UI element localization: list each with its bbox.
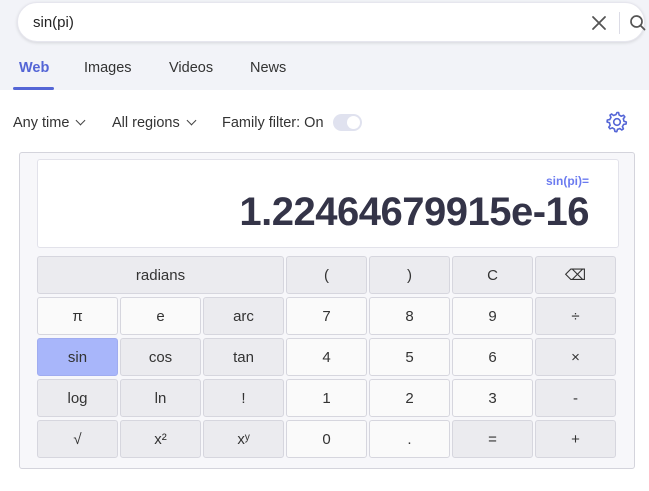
chevron-down-icon — [75, 115, 86, 126]
divide-button[interactable]: ÷ — [535, 297, 616, 335]
result-tabs: Web Images Videos News — [0, 58, 649, 90]
calculator-display: sin(pi)= 1.22464679915e-16 — [37, 159, 619, 248]
filter-bar: Any time All regions Family filter: On — [0, 110, 649, 136]
search-header: sin(pi) Web Images Videos News — [0, 0, 649, 90]
calculator-result: 1.22464679915e-16 — [239, 190, 589, 234]
family-filter-label: Family filter: On — [222, 115, 324, 131]
cos-button[interactable]: cos — [120, 338, 201, 376]
sin-button[interactable]: sin — [37, 338, 118, 376]
tab-web[interactable]: Web — [19, 60, 49, 76]
search-input[interactable]: sin(pi) — [33, 14, 74, 31]
digit-5-button[interactable]: 5 — [369, 338, 450, 376]
search-bar[interactable]: sin(pi) — [17, 2, 648, 42]
time-filter-dropdown[interactable]: Any time — [13, 115, 86, 131]
pi-button[interactable]: π — [37, 297, 118, 335]
chevron-down-icon — [186, 115, 197, 126]
family-filter-toggle[interactable] — [333, 114, 362, 131]
digit-9-button[interactable]: 9 — [452, 297, 533, 335]
right-paren-button[interactable]: ) — [369, 256, 450, 294]
clear-button[interactable]: C — [452, 256, 533, 294]
region-filter-label: All regions — [112, 115, 180, 131]
digit-0-button[interactable]: 0 — [286, 420, 367, 458]
active-tab-indicator — [13, 87, 54, 90]
multiply-button[interactable]: × — [535, 338, 616, 376]
square-button[interactable]: x² — [120, 420, 201, 458]
digit-2-button[interactable]: 2 — [369, 379, 450, 417]
digit-8-button[interactable]: 8 — [369, 297, 450, 335]
search-icon[interactable] — [628, 13, 648, 33]
clear-icon[interactable] — [588, 12, 610, 34]
minus-button[interactable]: - — [535, 379, 616, 417]
decimal-button[interactable]: . — [369, 420, 450, 458]
digit-7-button[interactable]: 7 — [286, 297, 367, 335]
search-divider — [619, 12, 620, 34]
digit-3-button[interactable]: 3 — [452, 379, 533, 417]
digit-6-button[interactable]: 6 — [452, 338, 533, 376]
power-button[interactable]: xʸ — [203, 420, 284, 458]
left-paren-button[interactable]: ( — [286, 256, 367, 294]
digit-1-button[interactable]: 1 — [286, 379, 367, 417]
arc-button[interactable]: arc — [203, 297, 284, 335]
tan-button[interactable]: tan — [203, 338, 284, 376]
radians-button[interactable]: radians — [37, 256, 284, 294]
backspace-button[interactable]: ⌫ — [535, 256, 616, 294]
sqrt-button[interactable]: √ — [37, 420, 118, 458]
region-filter-dropdown[interactable]: All regions — [112, 115, 197, 131]
calculator: sin(pi)= 1.22464679915e-16 radians ( ) C… — [19, 152, 635, 469]
time-filter-label: Any time — [13, 115, 70, 131]
gear-icon[interactable] — [605, 110, 629, 134]
tab-news[interactable]: News — [250, 60, 286, 76]
equals-button[interactable]: = — [452, 420, 533, 458]
factorial-button[interactable]: ! — [203, 379, 284, 417]
toggle-knob — [347, 116, 360, 129]
calculator-expression: sin(pi)= — [545, 174, 589, 188]
digit-4-button[interactable]: 4 — [286, 338, 367, 376]
tab-videos[interactable]: Videos — [169, 60, 213, 76]
tab-images[interactable]: Images — [84, 60, 132, 76]
log-button[interactable]: log — [37, 379, 118, 417]
e-button[interactable]: e — [120, 297, 201, 335]
ln-button[interactable]: ln — [120, 379, 201, 417]
plus-button[interactable]: + — [535, 420, 616, 458]
